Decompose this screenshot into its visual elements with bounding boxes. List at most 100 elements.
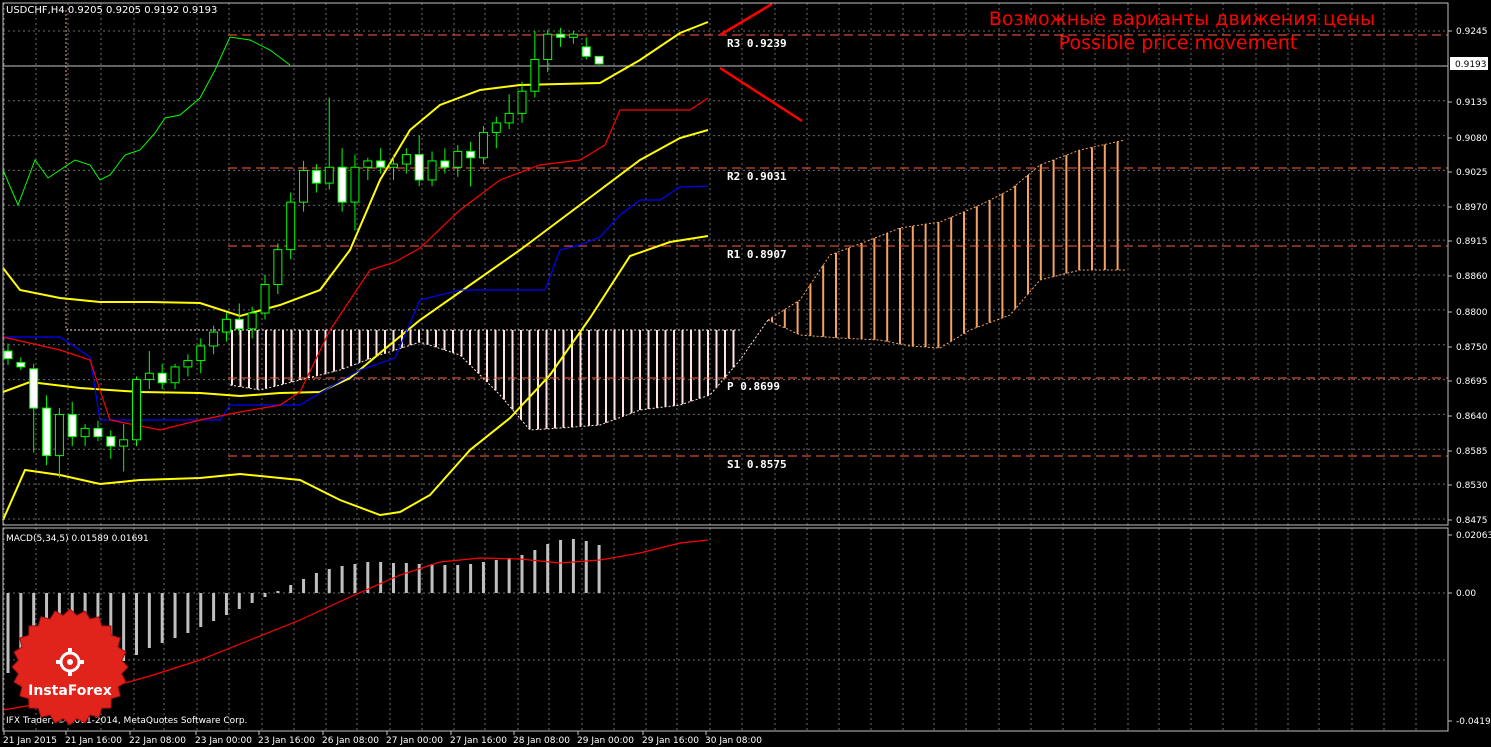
candle-body xyxy=(144,372,154,381)
candle-body xyxy=(453,150,463,168)
pivot-level-label: R1 0.8907 xyxy=(727,248,787,261)
candle-body xyxy=(337,166,347,203)
candle-body xyxy=(427,160,437,181)
candle-body xyxy=(80,427,90,438)
pivot-level-label: S1 0.8575 xyxy=(727,458,787,471)
instaforex-logo: InstaForex xyxy=(11,608,129,726)
candle-body xyxy=(170,366,180,384)
time-tick-label: 26 Jan 08:00 xyxy=(322,736,379,746)
price-tick-label: 0.8860 xyxy=(1456,272,1488,282)
candle-body xyxy=(543,33,553,61)
time-tick-label: 29 Jan 00:00 xyxy=(577,736,634,746)
price-tick-label: 0.8585 xyxy=(1456,447,1488,457)
projection-line-up xyxy=(719,2,773,37)
annotation-english: Possible price movement xyxy=(1059,32,1298,54)
candle-body xyxy=(401,154,411,165)
time-axis: 21 Jan 2015 21 Jan 16:00 22 Jan 08:00 23 Ja… xyxy=(3,731,762,746)
candle-body xyxy=(478,131,488,159)
macd-tick-label: -0.04194 xyxy=(1456,717,1491,727)
candle-body xyxy=(132,379,141,441)
candle-body xyxy=(260,284,270,314)
projection-line-down xyxy=(719,66,803,123)
candle-body xyxy=(556,33,566,38)
candle-body xyxy=(119,439,129,447)
price-tick-label: 0.8970 xyxy=(1456,203,1488,213)
annotation-russian: Возможные варианты движения цены xyxy=(989,8,1375,30)
time-tick-label: 27 Jan 16:00 xyxy=(450,736,507,746)
candle-body xyxy=(311,169,321,184)
candle-body xyxy=(234,318,244,330)
price-tick-label: 0.9080 xyxy=(1456,134,1488,144)
price-tick-label: 0.8475 xyxy=(1456,516,1488,526)
candle-body xyxy=(530,59,540,92)
candle-body xyxy=(157,372,167,384)
candle-body xyxy=(221,318,231,333)
price-tick-label: 0.8915 xyxy=(1456,237,1488,247)
candle-body xyxy=(350,166,360,203)
candle-body xyxy=(16,361,26,368)
candle-body xyxy=(3,350,13,360)
forex-chart: R3 0.9239 R2 0.9031 R1 0.8907 P 0.8699 S1 0.… xyxy=(2,2,1491,746)
cloud-span-line xyxy=(767,269,1125,349)
pivot-level-label: R3 0.9239 xyxy=(727,37,787,50)
candle-body xyxy=(183,360,193,368)
time-tick-label: 23 Jan 16:00 xyxy=(258,736,315,746)
candle-body xyxy=(568,33,578,38)
candle-body xyxy=(389,163,398,168)
candle-body xyxy=(93,427,103,438)
candle-body xyxy=(594,55,604,65)
candle-body xyxy=(440,160,450,168)
chart-symbol-label: USDCHF,H4 0.9205 0.9205 0.9192 0.9193 xyxy=(6,5,217,16)
pivot-level-label: P 0.8699 xyxy=(727,380,780,393)
price-tick-label: 0.9025 xyxy=(1456,168,1488,178)
macd-label: MACD(5,34,5) 0.01589 0.01691 xyxy=(6,534,149,544)
candle-body xyxy=(504,112,514,124)
candle-body xyxy=(209,331,219,347)
candle-body xyxy=(273,249,283,286)
price-tick-label: 0.9135 xyxy=(1456,98,1488,108)
candle-body xyxy=(247,312,257,330)
candle-body xyxy=(67,413,77,438)
price-tick-label: 0.9245 xyxy=(1456,27,1488,37)
time-tick-label: 21 Jan 16:00 xyxy=(65,736,122,746)
candle-body xyxy=(363,160,373,168)
price-tick-label: 0.8640 xyxy=(1456,412,1488,422)
time-tick-label: 30 Jan 08:00 xyxy=(705,736,762,746)
candle-body xyxy=(491,122,501,133)
price-tick-label: 0.8530 xyxy=(1456,481,1488,491)
candle-body xyxy=(29,368,39,409)
cloud-span-line xyxy=(767,139,1126,321)
logo-seal xyxy=(11,608,129,726)
current-price-label: 0.9193 xyxy=(1455,60,1487,70)
time-tick-label: 21 Jan 2015 xyxy=(3,736,57,746)
candle-body xyxy=(54,413,64,457)
cloud-span-line xyxy=(229,319,769,431)
price-axis: 0.9245 0.9135 0.9080 0.9025 0.8970 0.8915 0.88… xyxy=(1448,27,1491,727)
tenkan-line xyxy=(2,97,709,431)
price-tick-label: 0.8750 xyxy=(1456,343,1488,353)
candle-body xyxy=(466,150,476,159)
pivot-level-label: R2 0.9031 xyxy=(727,170,787,183)
candle-body xyxy=(106,436,116,447)
candle-body xyxy=(517,90,527,114)
macd-tick-label: 0.02063 xyxy=(1456,531,1491,541)
price-tick-label: 0.8695 xyxy=(1456,377,1488,387)
logo-text: InstaForex xyxy=(28,683,112,699)
candle-body xyxy=(196,345,206,362)
candle-body xyxy=(376,160,386,168)
candle-body xyxy=(414,154,424,181)
main-panel-border xyxy=(2,2,1449,526)
candle-body xyxy=(42,407,52,457)
time-tick-label: 23 Jan 00:00 xyxy=(195,736,252,746)
time-tick-label: 29 Jan 16:00 xyxy=(642,736,699,746)
candle-body xyxy=(299,169,309,203)
macd-panel-border xyxy=(2,527,1449,732)
candle-body xyxy=(286,201,296,251)
chikou-line xyxy=(2,36,291,207)
time-tick-label: 22 Jan 08:00 xyxy=(129,736,186,746)
copyright-text: IFX Trader, © 2001-2014, MetaQuotes Soft… xyxy=(6,716,247,726)
time-tick-label: 27 Jan 00:00 xyxy=(386,736,443,746)
macd-tick-label: 0.00 xyxy=(1456,589,1476,599)
candle-body xyxy=(581,46,591,57)
candle-body xyxy=(324,166,334,184)
